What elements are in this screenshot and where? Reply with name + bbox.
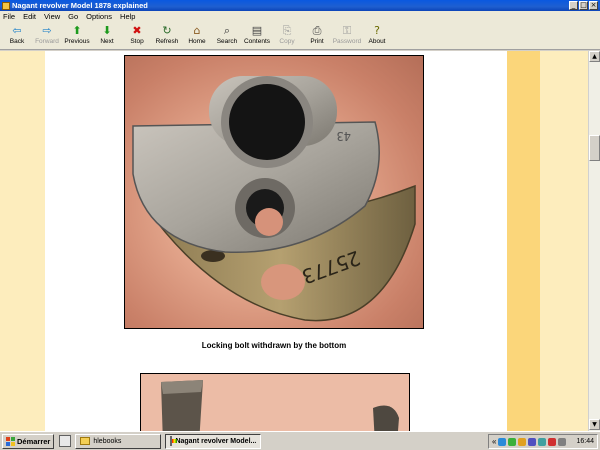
search-button[interactable]: ⌕ Search [212, 22, 242, 49]
ebook-icon [170, 436, 178, 446]
start-label: Démarrer [17, 436, 51, 446]
quick-launch-icon[interactable] [59, 435, 72, 447]
forward-button[interactable]: ⇨ Forward [32, 22, 62, 49]
taskbar-item-nagant[interactable]: Nagant revolver Model... [165, 433, 262, 449]
stop-button[interactable]: ✖ Stop [122, 22, 152, 49]
stop-icon: ✖ [132, 24, 142, 37]
toolbar-label: Previous [64, 38, 90, 45]
print-button[interactable]: ⎙ Print [302, 22, 332, 49]
second-part-photo [140, 373, 410, 431]
taskbar: Démarrer hlebooks Nagant revolver Model.… [0, 431, 600, 450]
up-arrow-icon: ⬆ [72, 24, 82, 37]
left-margin-stripe [0, 51, 45, 431]
content-viewport[interactable]: 43 25773 Locking bolt withdrawn by the b… [0, 51, 588, 431]
back-arrow-icon: ⇦ [12, 24, 22, 37]
svg-text:43: 43 [337, 129, 351, 143]
next-button[interactable]: ⬇ Next [92, 22, 122, 49]
print-icon: ⎙ [312, 24, 322, 37]
taskbar-item-label: hlebooks [93, 437, 122, 445]
search-icon: ⌕ [223, 24, 231, 37]
volume-icon[interactable] [558, 437, 567, 446]
scroll-up-button[interactable]: ▲ [589, 51, 600, 62]
windows-logo-icon [6, 436, 15, 446]
toolbar-label: Stop [130, 38, 144, 45]
menu-view[interactable]: View [44, 12, 60, 21]
menu-edit[interactable]: Edit [23, 12, 36, 21]
close-button[interactable]: × [589, 1, 598, 10]
revolver-part-photo: 43 25773 [124, 55, 424, 329]
vertical-scrollbar[interactable]: ▲ ▼ [588, 51, 600, 431]
maximize-button[interactable]: □ [579, 1, 588, 10]
menu-options[interactable]: Options [86, 12, 112, 21]
taskbar-item-label: Nagant revolver Model... [175, 437, 257, 445]
toolbar-label: Home [188, 38, 206, 45]
update-icon[interactable] [518, 437, 527, 446]
antivirus-icon[interactable] [508, 437, 517, 446]
back-button[interactable]: ⇦ Back [2, 22, 32, 49]
previous-button[interactable]: ⬆ Previous [62, 22, 92, 49]
photo-caption: Locking bolt withdrawn by the bottom [201, 341, 347, 350]
second-photo-image [141, 374, 409, 431]
window-controls: _ □ × [569, 1, 598, 10]
forward-arrow-icon: ⇨ [42, 24, 52, 37]
system-clock: 16:44 [576, 438, 594, 445]
right-margin-stripe [540, 51, 588, 431]
network-icon[interactable] [498, 437, 507, 446]
toolbar-label: Refresh [155, 38, 179, 45]
refresh-button[interactable]: ↻ Refresh [152, 22, 182, 49]
home-button[interactable]: ⌂ Home [182, 22, 212, 49]
toolbar: ⇦ Back ⇨ Forward ⬆ Previous ⬇ Next ✖ Stop ↻ Refresh… [0, 22, 600, 50]
toolbar-label: Contents [243, 38, 271, 45]
folder-icon [80, 437, 91, 445]
menu-go[interactable]: Go [68, 12, 78, 21]
key-icon: ⚿ [342, 24, 352, 37]
menu-file[interactable]: File [3, 12, 15, 21]
cylinder-locking-bolt-image: 43 25773 [132, 76, 416, 322]
about-button[interactable]: ? About [362, 22, 392, 49]
toolbar-label: Print [310, 38, 324, 45]
tray-expand-button[interactable]: « [492, 437, 496, 446]
password-button[interactable]: ⚿ Password [332, 22, 362, 49]
down-arrow-icon: ⬇ [102, 24, 112, 37]
app-icon [2, 1, 10, 10]
toolbar-label: Next [100, 38, 114, 45]
menu-bar: File Edit View Go Options Help [0, 11, 600, 22]
toolbar-label: Forward [35, 38, 59, 45]
system-tray: « 16:44 [488, 434, 598, 449]
minimize-button[interactable]: _ [569, 1, 578, 10]
home-icon: ⌂ [193, 24, 201, 37]
scroll-down-button[interactable]: ▼ [589, 419, 600, 430]
about-icon: ? [374, 24, 380, 37]
window-titlebar[interactable]: Nagant revolver Model 1878 explained _ □… [0, 0, 600, 11]
security-icon[interactable] [548, 437, 557, 446]
scroll-thumb[interactable] [589, 135, 600, 161]
toolbar-label: Password [332, 38, 362, 45]
right-gold-stripe [507, 51, 540, 431]
window-title: Nagant revolver Model 1878 explained [12, 1, 148, 10]
copy-button[interactable]: ⎘ Copy [272, 22, 302, 49]
contents-button[interactable]: ▤ Contents [242, 22, 272, 49]
toolbar-label: Search [216, 38, 238, 45]
toolbar-label: Back [9, 38, 25, 45]
menu-help[interactable]: Help [120, 12, 135, 21]
refresh-icon: ↻ [162, 24, 172, 37]
start-button[interactable]: Démarrer [2, 433, 55, 449]
contents-icon: ▤ [251, 24, 263, 37]
toolbar-label: About [368, 38, 386, 45]
display-icon[interactable] [528, 437, 537, 446]
copy-icon: ⎘ [282, 24, 292, 37]
sync-icon[interactable] [538, 437, 547, 446]
taskbar-item-hlebooks[interactable]: hlebooks [75, 433, 162, 449]
toolbar-label: Copy [279, 38, 295, 45]
